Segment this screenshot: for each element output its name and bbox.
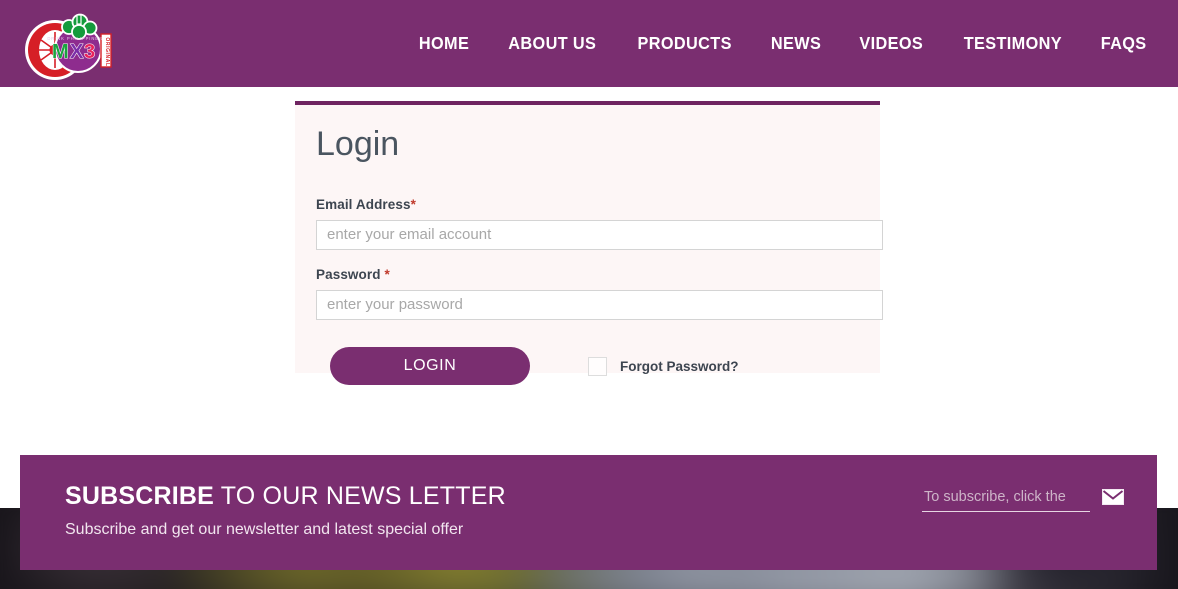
subscribe-heading: SUBSCRIBE TO OUR NEWS LETTER <box>65 484 506 509</box>
password-required-asterisk: * <box>384 267 390 282</box>
svg-text:X: X <box>70 41 84 63</box>
password-field-group: Password * <box>316 267 883 320</box>
nav-ministry[interactable]: MINISTRY <box>1170 33 1178 54</box>
nav-faqs[interactable]: FAQS <box>1085 33 1162 54</box>
site-header: ORIGINAL DRINK PHILIPPINES M X 3 HOME AB… <box>0 0 1178 87</box>
subscribe-email-input[interactable] <box>922 486 1090 512</box>
email-required-asterisk: * <box>410 197 416 212</box>
svg-text:3: 3 <box>84 41 95 63</box>
main-navigation: HOME ABOUT US PRODUCTS NEWS VIDEOS TESTI… <box>400 0 1178 87</box>
email-input[interactable] <box>316 220 883 250</box>
nav-about-us[interactable]: ABOUT US <box>493 33 613 54</box>
nav-testimony[interactable]: TESTIMONY <box>948 33 1078 54</box>
login-form: Login Email Address* Password * LOGIN Fo… <box>295 105 883 385</box>
login-card: Login Email Address* Password * LOGIN Fo… <box>295 101 883 385</box>
svg-text:ORIGINAL: ORIGINAL <box>104 37 110 66</box>
email-label-text: Email Address <box>316 197 411 212</box>
subscribe-heading-bold: SUBSCRIBE <box>65 482 215 510</box>
nav-videos[interactable]: VIDEOS <box>844 33 939 54</box>
email-field-group: Email Address* <box>316 197 883 250</box>
subscribe-form <box>922 486 1124 512</box>
subscribe-heading-rest: TO OUR NEWS LETTER <box>214 482 506 510</box>
forgot-password-checkbox[interactable] <box>588 356 607 376</box>
mx3-logo[interactable]: ORIGINAL DRINK PHILIPPINES M X 3 <box>18 8 114 82</box>
nav-news[interactable]: NEWS <box>755 33 837 54</box>
forgot-password-group: Forgot Password? <box>588 356 739 376</box>
password-input[interactable] <box>316 290 883 320</box>
login-actions: LOGIN Forgot Password? <box>316 347 859 385</box>
svg-text:M: M <box>52 41 68 63</box>
password-label-text: Password <box>316 267 385 282</box>
nav-home[interactable]: HOME <box>403 33 485 54</box>
nav-products[interactable]: PRODUCTS <box>621 33 747 54</box>
forgot-password-label[interactable]: Forgot Password? <box>620 359 739 374</box>
login-button[interactable]: LOGIN <box>330 347 530 385</box>
subscribe-text-block: SUBSCRIBE TO OUR NEWS LETTER Subscribe a… <box>65 484 506 539</box>
subscribe-subtitle: Subscribe and get our newsletter and lat… <box>65 521 464 538</box>
subscribe-banner: SUBSCRIBE TO OUR NEWS LETTER Subscribe a… <box>20 455 1157 570</box>
email-label: Email Address* <box>316 197 859 212</box>
password-label: Password * <box>316 267 859 282</box>
subscribe-submit-button[interactable] <box>1102 489 1124 505</box>
page-title: Login <box>316 125 400 163</box>
envelope-icon <box>1102 489 1124 508</box>
